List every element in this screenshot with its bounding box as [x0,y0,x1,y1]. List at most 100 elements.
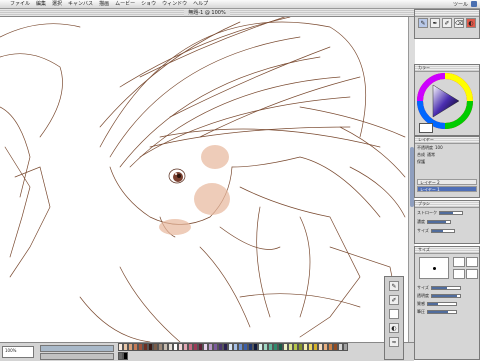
shoulder-line [231,156,381,218]
zoom-slider[interactable] [40,345,114,352]
line-art-stroke [0,53,63,138]
size-row-fill [428,302,438,305]
brush-row-fill [428,220,446,223]
size-panel: サイズ サイズ 透明度 質感 筆圧 [414,246,480,360]
menu-canvas[interactable]: キャンバス [65,0,96,8]
tool-dock: ✎ ✐ ◐ ≈ [384,276,404,360]
color-panel: カラー [414,64,480,136]
water-icon[interactable]: ≈ [389,337,399,347]
canvas-artwork [0,17,406,342]
zoom-field[interactable]: 100% [2,346,34,358]
brush-row-fill [431,229,443,232]
size-row-fill [428,310,448,313]
layer-name: レイヤー 1 [420,187,440,192]
armor-line [239,293,361,308]
hair-strand [109,36,301,158]
layer-blend-value[interactable]: 通常 [427,152,435,157]
menu-edit[interactable]: 編集 [33,0,49,8]
hair-outline [99,21,366,148]
layer-protect-label: 保護 [417,159,425,164]
brush-row: サイズ [417,228,455,233]
brush-panel: ブラシ ストローク 濃度 サイズ [414,200,480,244]
size-row-label: 筆圧 [417,309,425,314]
menu-draw[interactable]: 描画 [96,0,112,8]
menu-movie[interactable]: ムービー [112,0,138,8]
armor-line [256,206,271,318]
armor-line [199,246,251,328]
saturation-triangle [432,84,460,118]
brush-tool-icon[interactable]: ✐ [442,18,452,28]
hair-strand [129,76,341,168]
line-art-stroke [0,106,31,198]
color-swatch[interactable] [343,343,348,351]
eraser-tool-icon[interactable]: ⌫ [454,18,464,28]
armor-line [219,226,281,250]
current-color-swatch[interactable] [419,123,433,133]
brush-preview [419,257,449,279]
eraser-icon[interactable] [389,309,399,319]
pencil-icon[interactable]: ✎ [389,281,399,291]
brush-row-slider[interactable] [430,228,455,233]
size-row-slider[interactable] [431,293,461,298]
size-row-slider[interactable] [427,301,457,306]
brush-shape-icon[interactable] [453,257,465,267]
tools-panel: ✎ ✒ ✐ ⌫ ◐ [414,9,480,39]
brush-icon[interactable]: ✐ [389,295,399,305]
wing-line [349,166,406,218]
line-art-stroke [0,23,81,38]
size-row: 透明度 [417,293,461,298]
brush-shape-icon[interactable] [466,269,478,279]
layers-panel-title: レイヤー [415,137,479,144]
size-row-fill [432,294,458,297]
layer-item-selected[interactable]: レイヤー 1 [417,186,477,192]
tool-menu-label[interactable]: ツール [453,1,468,8]
menu-show[interactable]: ショウ [138,0,159,8]
size-row: 筆圧 [417,309,457,314]
hair-strand [119,17,291,88]
chin-shading [159,219,191,235]
size-row-slider[interactable] [427,309,457,314]
menu-window[interactable]: ウィンドウ [159,0,190,8]
layer-item[interactable]: レイヤー 2 [417,179,477,185]
layers-panel: レイヤー 不透明度 100 合成 通常 保護 レイヤー 2 レイヤー 1 [414,136,480,198]
color-palette-strip [118,343,350,361]
size-row-slider[interactable] [430,285,461,290]
size-row-label: 透明度 [417,293,429,298]
brush-row-slider[interactable] [427,219,451,224]
brush-shape-icon[interactable] [453,269,465,279]
bottom-status-bar: 100% [0,342,414,361]
menu-help[interactable]: ヘルプ [190,0,211,8]
color-swatch[interactable] [123,352,128,360]
app-icon[interactable] [471,1,477,7]
size-row: 質感 [417,301,457,306]
layer-opacity-label: 不透明度 [417,145,433,150]
menu-file[interactable]: ファイル [7,0,33,8]
armor-line [119,266,181,342]
line-art-stroke [4,146,31,258]
pen-tool-icon[interactable]: ✒ [430,18,440,28]
brush-row-slider[interactable] [439,210,463,215]
drawing-canvas[interactable] [0,17,414,342]
hair-strand [169,46,331,118]
tools-panel-title [415,10,479,17]
ear-shading [201,145,229,169]
brush-shape-icon[interactable] [466,257,478,267]
rotate-slider[interactable] [40,353,114,360]
armor-line [299,216,311,318]
armor-line [79,296,151,342]
fill-tool-icon[interactable]: ◐ [466,18,476,28]
layer-opacity-row: 不透明度 100 [417,145,443,150]
zoom-value: 100% [5,348,17,353]
menu-select[interactable]: 選択 [49,0,65,8]
brush-panel-title: ブラシ [415,201,479,208]
brush-row-label: 濃度 [417,219,425,224]
pencil-tool-icon[interactable]: ✎ [418,18,428,28]
hair-strand [139,17,286,78]
menu-right-area: ツール [453,1,480,8]
blend-icon[interactable]: ◐ [389,323,399,333]
layer-protect-row: 保護 [417,159,425,164]
hair-strand [139,96,351,158]
document-titlebar[interactable]: 無題-1 @ 100% [0,9,414,17]
layer-opacity-value[interactable]: 100 [435,145,443,150]
hair-strand [149,126,351,148]
